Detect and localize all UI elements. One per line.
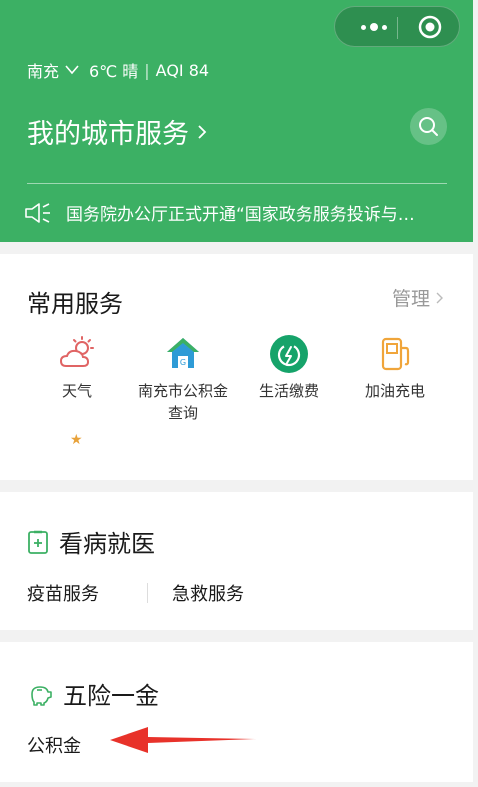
service-fuel-charging[interactable]: 加油充电 bbox=[340, 334, 450, 402]
vaccine-service-link[interactable]: 疫苗服务 bbox=[27, 580, 99, 606]
service-weather[interactable]: 天气 bbox=[22, 334, 132, 402]
capsule-divider bbox=[397, 17, 398, 39]
medical-card: 看病就医 疫苗服务 急救服务 bbox=[0, 492, 473, 630]
weather-separator: | bbox=[144, 60, 150, 80]
mini-program-capsule[interactable] bbox=[334, 6, 460, 47]
service-housing-fund[interactable]: G 南充市公积金查询 bbox=[128, 334, 238, 424]
svg-text:G: G bbox=[180, 358, 186, 367]
link-divider bbox=[147, 583, 148, 603]
red-arrow-annotation bbox=[110, 727, 256, 753]
service-utility-payment[interactable]: 生活缴费 bbox=[234, 334, 344, 402]
weather-icon bbox=[59, 336, 94, 367]
manage-button[interactable]: 管理 bbox=[392, 284, 444, 311]
medical-title: 看病就医 bbox=[59, 530, 155, 558]
fuel-charging-icon bbox=[381, 337, 410, 371]
medical-header: 看病就医 bbox=[27, 524, 155, 559]
medical-icon bbox=[28, 530, 48, 554]
emergency-service-link[interactable]: 急救服务 bbox=[172, 580, 244, 606]
chevron-down-icon[interactable] bbox=[65, 65, 79, 75]
insurance-title: 五险一金 bbox=[63, 682, 159, 710]
insurance-links: 公积金 bbox=[27, 732, 81, 758]
insurance-header: 五险一金 bbox=[27, 676, 159, 711]
notice-bar[interactable]: 国务院办公厅正式开通“国家政务服务投诉与… bbox=[24, 200, 444, 225]
header: 南充 6℃ 晴 | AQI 84 我的城市服务 国务院办公厅正式开通“国家政务服… bbox=[0, 0, 473, 242]
aqi-text: AQI 84 bbox=[155, 60, 210, 80]
common-services-title: 常用服务 bbox=[27, 290, 123, 318]
service-label: 南充市公积金查询 bbox=[137, 382, 228, 422]
manage-label[interactable]: 管理 bbox=[392, 284, 430, 311]
speaker-icon bbox=[25, 202, 50, 223]
common-services-card: 常用服务 管理 天气 G 南充市公积金查询 生活缴费 加油充电 ★ bbox=[0, 254, 473, 480]
piggy-bank-icon bbox=[31, 685, 52, 706]
header-divider bbox=[27, 183, 447, 184]
chevron-right-icon bbox=[198, 124, 207, 139]
service-label: 天气 bbox=[61, 382, 92, 400]
location-weather[interactable]: 南充 6℃ 晴 | AQI 84 bbox=[27, 58, 209, 82]
utility-payment-icon bbox=[270, 335, 308, 373]
chevron-right-icon bbox=[436, 292, 444, 303]
search-button[interactable] bbox=[410, 108, 447, 145]
housing-fund-icon: G bbox=[167, 338, 199, 368]
page-title[interactable]: 我的城市服务 bbox=[27, 112, 207, 151]
weather-text: 6℃ 晴 bbox=[89, 62, 139, 81]
city-name[interactable]: 南充 bbox=[27, 58, 59, 82]
favorite-star-icon: ★ bbox=[70, 432, 83, 448]
housing-fund-link[interactable]: 公积金 bbox=[27, 732, 81, 758]
service-label: 加油充电 bbox=[364, 382, 425, 400]
more-icon[interactable] bbox=[351, 16, 397, 38]
page-title-text[interactable]: 我的城市服务 bbox=[27, 112, 189, 151]
medical-links: 疫苗服务 急救服务 bbox=[27, 580, 244, 606]
search-icon bbox=[419, 117, 438, 136]
close-target-icon[interactable] bbox=[418, 15, 442, 39]
service-label: 生活缴费 bbox=[258, 382, 319, 400]
insurance-card: 五险一金 公积金 bbox=[0, 642, 473, 782]
notice-text[interactable]: 国务院办公厅正式开通“国家政务服务投诉与… bbox=[66, 200, 415, 225]
